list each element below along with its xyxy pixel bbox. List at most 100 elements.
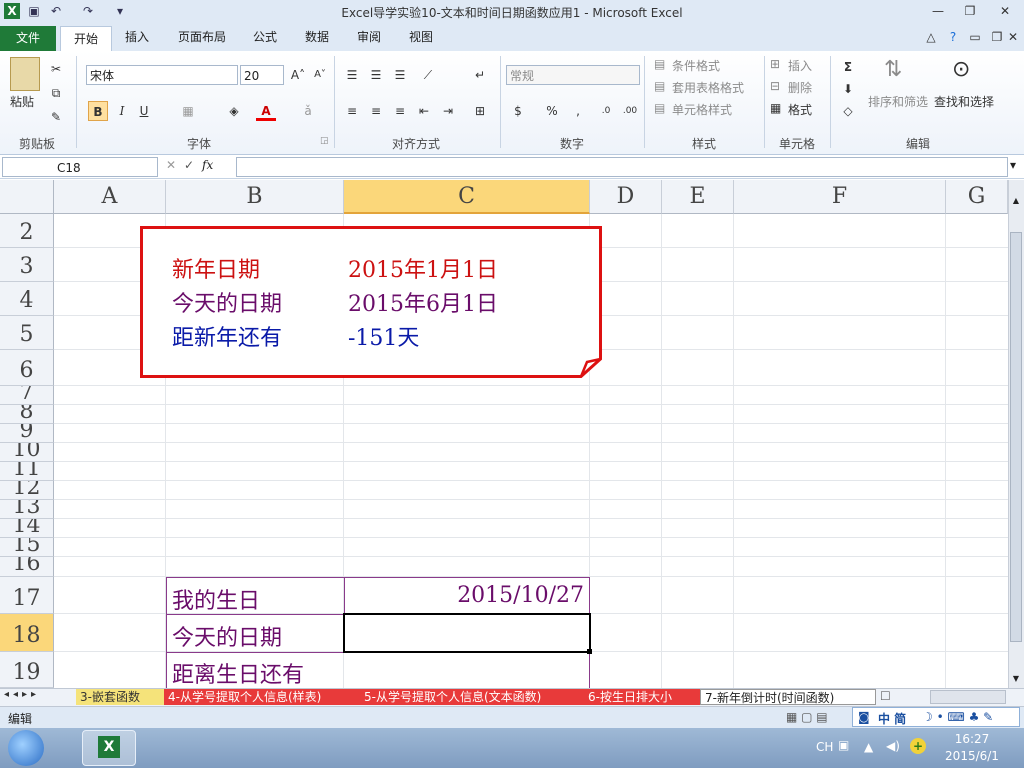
close-button[interactable]: ✕ — [992, 2, 1018, 20]
row-header[interactable]: 6 — [0, 350, 54, 386]
borders-icon[interactable]: ▦ — [178, 101, 198, 121]
row-header[interactable]: 3 — [0, 248, 54, 282]
column-header-c[interactable]: C — [344, 180, 590, 214]
tab-view[interactable]: 视图 — [401, 26, 441, 48]
bold-button[interactable]: B — [88, 101, 108, 121]
row-header[interactable]: 7 — [0, 386, 54, 405]
callout-shape[interactable]: 新年日期 2015年1月1日 今天的日期 2015年6月1日 距新年还有 -15… — [140, 226, 602, 378]
row-header[interactable]: 8 — [0, 405, 54, 424]
tab-file[interactable]: 文件 — [0, 26, 56, 51]
restore-button[interactable]: ❐ — [957, 2, 983, 20]
row-header[interactable]: 17 — [0, 577, 54, 614]
clear-icon[interactable]: ◇ — [838, 101, 858, 121]
sheet-tab[interactable]: 3-嵌套函数 — [76, 689, 164, 705]
ime-tray-icon[interactable]: ▣ — [838, 738, 849, 752]
paste-button[interactable]: 粘贴 — [10, 93, 34, 110]
row-header[interactable]: 5 — [0, 316, 54, 350]
scrollbar-thumb[interactable] — [1010, 232, 1022, 642]
align-center-icon[interactable]: ≡ — [366, 101, 386, 121]
shrink-font-icon[interactable]: A˅ — [310, 65, 330, 85]
format-cells-button[interactable]: 格式 — [788, 101, 812, 118]
format-painter-icon[interactable]: ✎ — [46, 107, 66, 127]
sheet-tab[interactable]: 4-从学号提取个人信息(样表) — [164, 689, 360, 705]
minimize-button[interactable]: — — [925, 2, 951, 20]
grow-font-icon[interactable]: A˄ — [288, 65, 308, 85]
delete-cells-button[interactable]: 删除 — [788, 79, 812, 96]
ime-tools-icon[interactable]: ☽ • ⌨ ♣ ✎ — [922, 710, 993, 724]
column-header-g[interactable]: G — [946, 180, 1008, 214]
today-date-label[interactable]: 今天的日期 — [172, 620, 282, 652]
sheet-nav-icon[interactable]: ◂◂▸▸ — [4, 689, 40, 700]
row-header[interactable]: 13 — [0, 500, 54, 519]
align-bottom-icon[interactable]: ☰ — [390, 65, 410, 85]
view-normal-icon[interactable]: ▦ ▢ ▤ — [786, 710, 828, 724]
ime-mode[interactable]: 中 简 — [878, 710, 906, 727]
increase-indent-icon[interactable]: ⇥ — [438, 101, 458, 121]
font-name-combo[interactable]: 宋体 — [86, 65, 238, 85]
row-header[interactable]: 10 — [0, 443, 54, 462]
sheet-tab[interactable]: 6-按生日排大小 — [584, 689, 700, 705]
align-right-icon[interactable]: ≡ — [390, 101, 410, 121]
align-middle-icon[interactable]: ☰ — [366, 65, 386, 85]
active-cell-c18[interactable] — [343, 613, 591, 653]
increase-decimal-icon[interactable]: .0 — [596, 101, 616, 121]
currency-icon[interactable]: $ — [508, 101, 528, 121]
phonetic-icon[interactable]: ǎ — [298, 101, 318, 121]
column-header-e[interactable]: E — [662, 180, 734, 214]
name-box[interactable]: C18 — [2, 157, 158, 177]
horizontal-scrollbar[interactable] — [930, 690, 1006, 704]
doc-close-button[interactable]: ✕ — [1004, 28, 1022, 46]
formula-input[interactable] — [236, 157, 1008, 177]
formula-enter-icon[interactable]: ✓ — [184, 158, 194, 172]
italic-button[interactable]: I — [112, 101, 132, 121]
font-dialog-launcher-icon[interactable]: ◲ — [320, 136, 329, 146]
wrap-text-icon[interactable]: ↵ — [470, 65, 490, 85]
column-header-b[interactable]: B — [166, 180, 344, 214]
fill-handle[interactable] — [587, 649, 592, 654]
autosum-icon[interactable]: Σ — [838, 57, 858, 77]
merge-center-icon[interactable]: ⊞ — [470, 101, 490, 121]
sort-filter-icon[interactable]: ⇅ — [884, 57, 902, 82]
row-header[interactable]: 11 — [0, 462, 54, 481]
tab-review[interactable]: 审阅 — [349, 26, 389, 48]
row-header[interactable]: 2 — [0, 214, 54, 248]
column-header-d[interactable]: D — [590, 180, 662, 214]
sheet-tab[interactable]: 5-从学号提取个人信息(文本函数) — [360, 689, 584, 705]
font-color-icon[interactable]: A — [256, 101, 276, 121]
scroll-down-icon[interactable]: ▼ — [1010, 674, 1022, 683]
row-header[interactable]: 16 — [0, 557, 54, 577]
row-header[interactable]: 19 — [0, 652, 54, 688]
tab-page-layout[interactable]: 页面布局 — [170, 26, 234, 48]
scroll-up-icon[interactable]: ▲ — [1010, 196, 1022, 205]
show-hidden-icons[interactable]: ▲ — [864, 740, 873, 754]
tab-formulas[interactable]: 公式 — [245, 26, 285, 48]
tab-home[interactable]: 开始 — [60, 26, 112, 52]
conditional-format-button[interactable]: 条件格式 — [672, 57, 720, 74]
copy-icon[interactable]: ⧉ — [46, 83, 66, 103]
row-header[interactable]: 14 — [0, 519, 54, 538]
insert-sheet-icon[interactable]: ☐ — [880, 689, 891, 703]
cut-icon[interactable]: ✂ — [46, 59, 66, 79]
volume-icon[interactable]: ◀) — [886, 739, 900, 753]
birthday-value[interactable]: 2015/10/27 — [344, 583, 584, 608]
start-button[interactable] — [8, 730, 44, 766]
fill-color-icon[interactable]: ◈ — [224, 101, 244, 121]
row-header[interactable]: 9 — [0, 424, 54, 443]
sort-filter-button[interactable]: 排序和筛选 — [868, 93, 928, 110]
select-all-button[interactable] — [0, 180, 54, 214]
cell-styles-button[interactable]: 单元格样式 — [672, 101, 732, 118]
find-select-icon[interactable]: ⊙ — [952, 57, 970, 82]
align-top-icon[interactable]: ☰ — [342, 65, 362, 85]
orientation-icon[interactable]: ⟋ — [418, 65, 438, 85]
comma-style-icon[interactable]: , — [568, 101, 588, 121]
fill-icon[interactable]: ⬇ — [838, 79, 858, 99]
format-as-table-button[interactable]: 套用表格格式 — [672, 79, 744, 96]
tab-data[interactable]: 数据 — [297, 26, 337, 48]
birthday-label[interactable]: 我的生日 — [172, 583, 260, 615]
decrease-indent-icon[interactable]: ⇤ — [414, 101, 434, 121]
row-header[interactable]: 12 — [0, 481, 54, 500]
row-header[interactable]: 4 — [0, 282, 54, 316]
clock-time[interactable]: 16:27 — [944, 732, 1000, 746]
row-header[interactable]: 15 — [0, 538, 54, 557]
expand-formula-icon[interactable]: ▾ — [1010, 158, 1016, 172]
